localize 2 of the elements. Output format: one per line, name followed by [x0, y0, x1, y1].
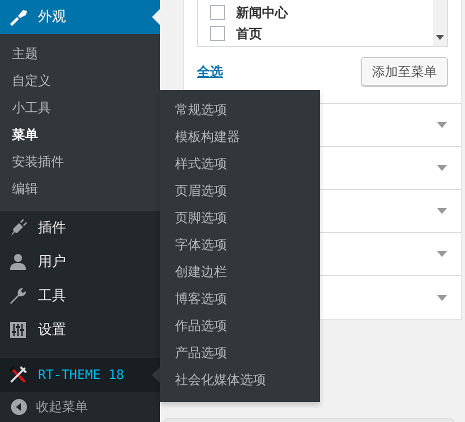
- page-label: 新闻中心: [236, 4, 288, 22]
- page-label: 首页: [236, 26, 262, 42]
